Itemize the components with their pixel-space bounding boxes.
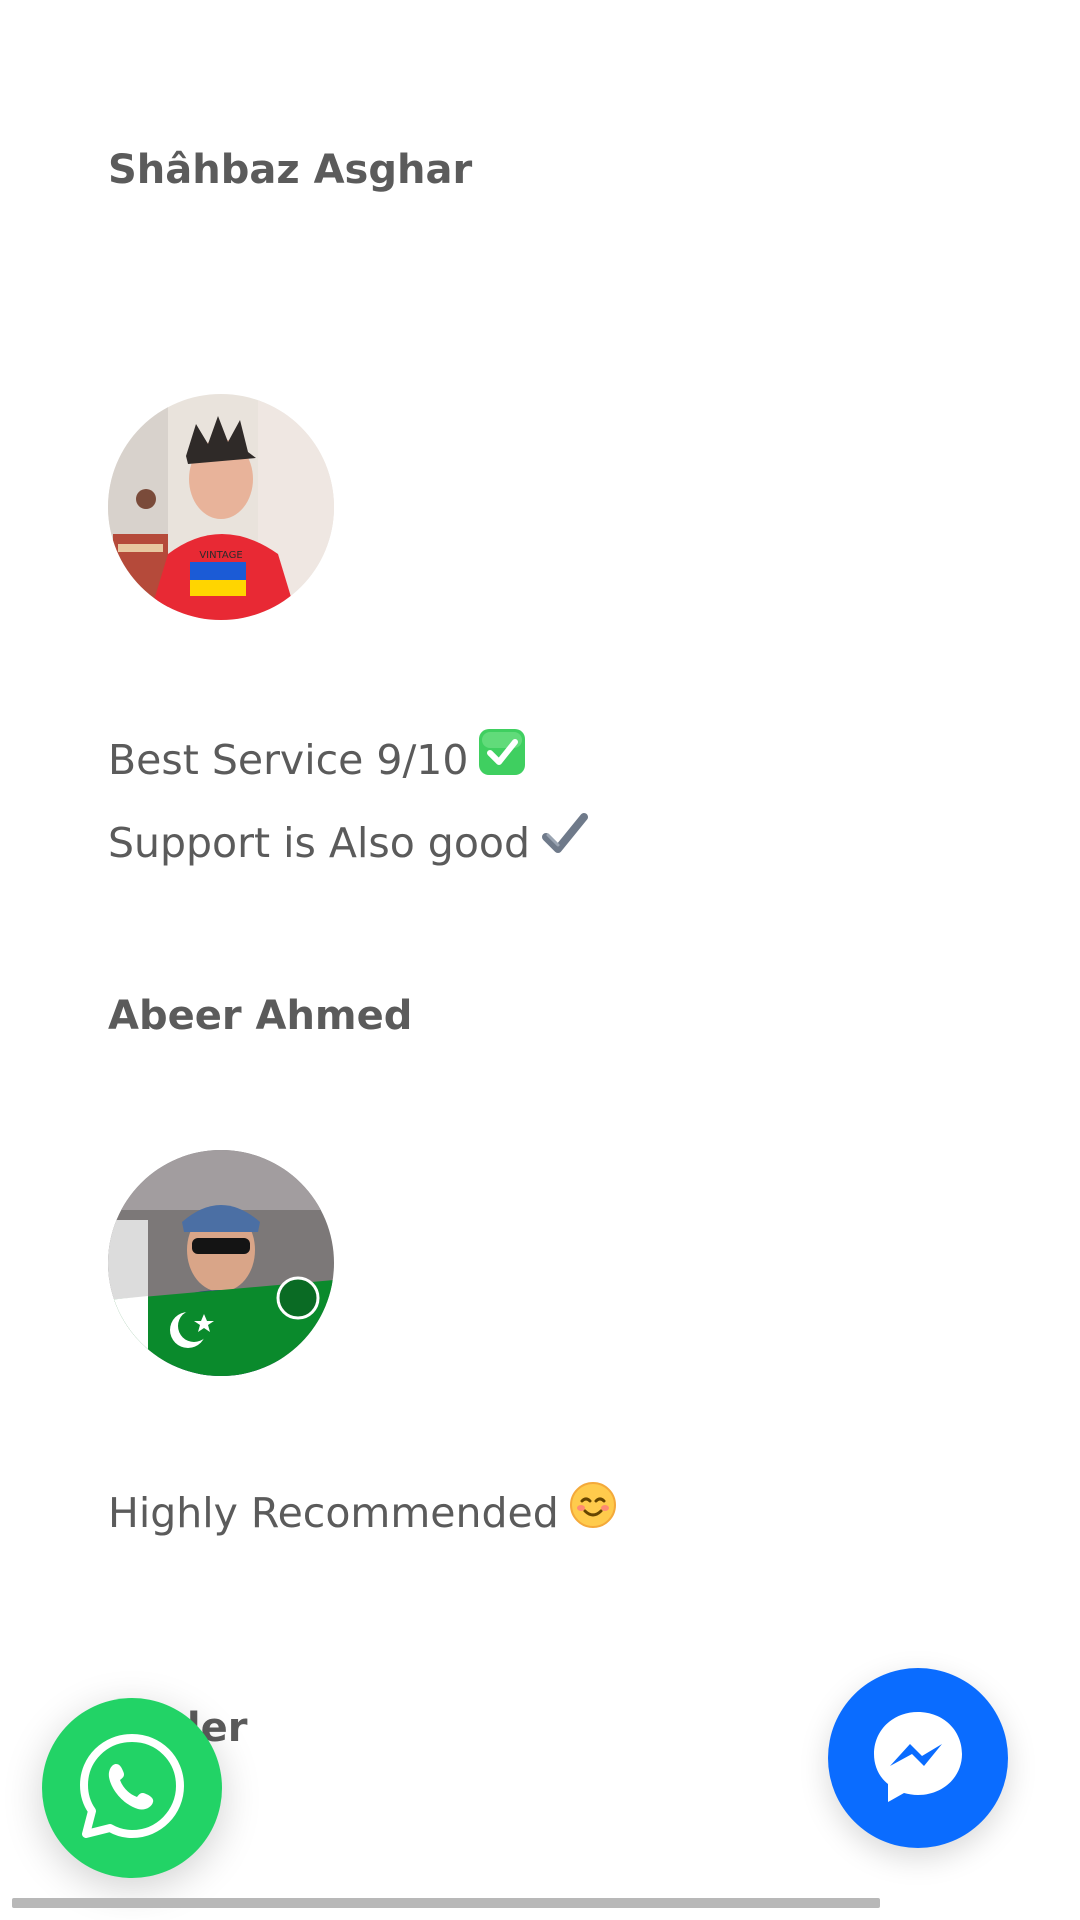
whatsapp-button[interactable] (42, 1698, 222, 1878)
review-text: Best Service 9/10 (108, 728, 526, 787)
avatar (108, 1150, 334, 1376)
avatar: VINTAGE (108, 394, 334, 620)
horizontal-scrollbar[interactable] (12, 1898, 880, 1908)
svg-text:VINTAGE: VINTAGE (199, 550, 242, 561)
messenger-button[interactable] (828, 1668, 1008, 1848)
check-mark-icon (540, 811, 589, 870)
avatar-photo (108, 1150, 334, 1376)
review-text: Highly Recommended (108, 1481, 617, 1540)
review-line-2: Support is Also good (108, 819, 531, 867)
messenger-icon (866, 1704, 970, 1812)
whatsapp-icon (76, 1730, 188, 1846)
reviewer-name: Shâhbaz Asghar (108, 147, 473, 193)
smiling-face-with-hearts-icon (569, 1481, 617, 1540)
reviewer-name: Abeer Ahmed (108, 993, 413, 1039)
review-line-1: Best Service 9/10 (108, 736, 469, 784)
review-line-1: Highly Recommended (108, 1489, 559, 1537)
avatar-photo: VINTAGE (108, 394, 334, 620)
review-text: Support is Also good (108, 811, 589, 870)
check-mark-button-icon (478, 728, 526, 787)
